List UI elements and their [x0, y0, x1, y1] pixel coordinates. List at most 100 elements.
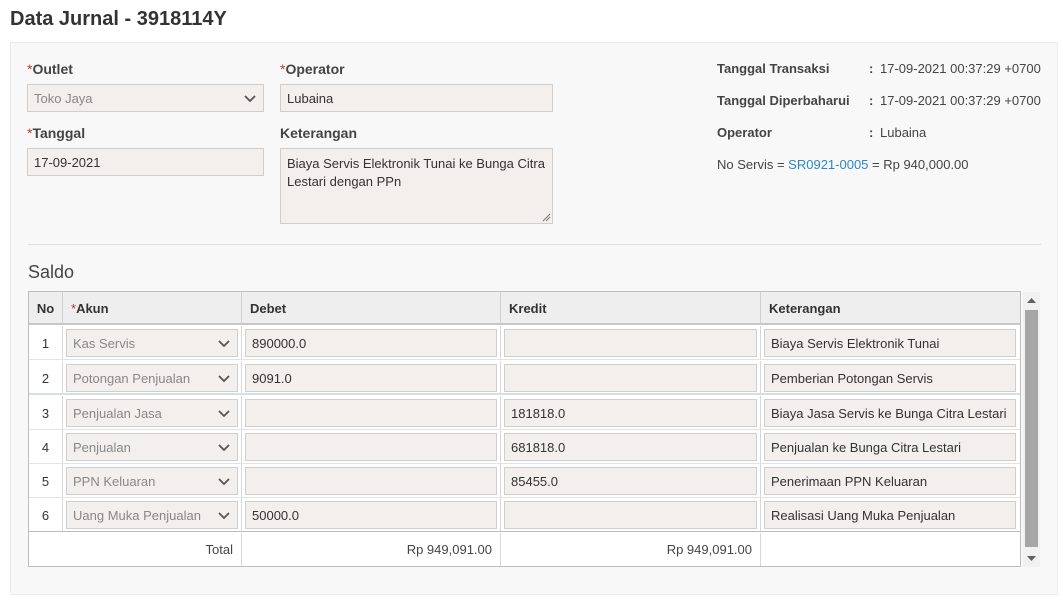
- keterangan-cell: Pemberian Potongan Servis: [761, 361, 1020, 393]
- chevron-down-icon: [218, 444, 230, 452]
- kredit-input[interactable]: 181818.0: [504, 399, 757, 427]
- operator-label-text: Operator: [285, 61, 345, 77]
- tanggal-value: 17-09-2021: [34, 155, 101, 170]
- outlet-label-text: Outlet: [32, 61, 73, 77]
- kredit-cell: [501, 361, 761, 393]
- saldo-table: No *Akun Debet Kredit Keterangan 1 Kas S…: [28, 291, 1021, 567]
- kredit-cell: [501, 498, 761, 531]
- keterangan-value: Biaya Servis Elektronik Tunai ke Bunga C…: [287, 156, 545, 189]
- kredit-cell: 681818.0: [501, 430, 761, 463]
- scroll-up-arrow-icon[interactable]: [1023, 292, 1040, 309]
- akun-value: PPN Keluaran: [73, 474, 156, 489]
- total-label: Total: [29, 533, 242, 566]
- table-row: 4 Penjualan 681818.0 Penjualan ke Bunga …: [29, 430, 1020, 464]
- debet-cell: 9091.0: [242, 361, 501, 393]
- akun-value: Kas Servis: [73, 336, 136, 351]
- debet-cell: [242, 396, 501, 429]
- row-no: 6: [29, 498, 63, 531]
- row-no: 3: [29, 396, 63, 429]
- debet-input[interactable]: [245, 433, 497, 461]
- akun-cell: Kas Servis: [63, 326, 242, 359]
- debet-input[interactable]: 9091.0: [245, 364, 497, 392]
- total-row: Total Rp 949,091.00 Rp 949,091.00: [29, 533, 1020, 566]
- tanggal-label: *Tanggal: [27, 125, 85, 141]
- colon: :: [869, 61, 874, 76]
- row-no: 4: [29, 430, 63, 463]
- akun-select[interactable]: Uang Muka Penjualan: [66, 501, 238, 529]
- akun-cell: Uang Muka Penjualan: [63, 498, 242, 531]
- total-debet: Rp 949,091.00: [242, 533, 501, 566]
- debet-cell: 890000.0: [242, 326, 501, 359]
- operator-label: *Operator: [280, 61, 345, 77]
- row-no: 2: [29, 361, 63, 393]
- debet-cell: 50000.0: [242, 498, 501, 531]
- table-scrollbar[interactable]: [1023, 292, 1040, 567]
- debet-input[interactable]: 890000.0: [245, 329, 497, 357]
- scroll-down-arrow-icon[interactable]: [1023, 550, 1040, 567]
- kredit-input[interactable]: 85455.0: [504, 467, 757, 495]
- keterangan-input[interactable]: Penjualan ke Bunga Citra Lestari: [764, 433, 1016, 461]
- chevron-down-icon: [218, 340, 230, 348]
- akun-value: Uang Muka Penjualan: [73, 508, 201, 523]
- chevron-down-icon: [218, 375, 230, 383]
- no-servis-amount: = Rp 940,000.00: [868, 157, 969, 172]
- colon: :: [869, 125, 874, 140]
- page-title: Data Jurnal - 3918114Y: [10, 8, 227, 30]
- kredit-cell: 181818.0: [501, 396, 761, 429]
- table-row: 5 PPN Keluaran 85455.0 Penerimaan PPN Ke…: [29, 464, 1020, 498]
- table-row: 2 Potongan Penjualan 9091.0 Pemberian Po…: [29, 361, 1020, 395]
- table-row: 1 Kas Servis 890000.0 Biaya Servis Elekt…: [29, 326, 1020, 360]
- outlet-value: Toko Jaya: [34, 91, 93, 106]
- kredit-input[interactable]: 681818.0: [504, 433, 757, 461]
- info-operator-label: Operator: [717, 125, 772, 140]
- col-akun: *Akun: [63, 292, 242, 323]
- debet-input[interactable]: [245, 467, 497, 495]
- akun-cell: Penjualan Jasa: [63, 396, 242, 429]
- akun-select[interactable]: Potongan Penjualan: [66, 364, 238, 392]
- total-kredit: Rp 949,091.00: [501, 533, 761, 566]
- keterangan-textarea[interactable]: Biaya Servis Elektronik Tunai ke Bunga C…: [280, 148, 553, 224]
- col-akun-text: Akun: [76, 301, 109, 316]
- no-servis-prefix: No Servis =: [717, 157, 789, 172]
- kredit-input[interactable]: [504, 364, 757, 392]
- akun-select[interactable]: PPN Keluaran: [66, 467, 238, 495]
- chevron-down-icon: [244, 95, 256, 103]
- akun-select[interactable]: Penjualan: [66, 433, 238, 461]
- no-servis-link[interactable]: SR0921-0005: [788, 157, 868, 172]
- akun-cell: Potongan Penjualan: [63, 361, 242, 393]
- operator-input[interactable]: Lubaina: [280, 84, 553, 112]
- akun-cell: PPN Keluaran: [63, 464, 242, 497]
- keterangan-input[interactable]: Biaya Servis Elektronik Tunai: [764, 329, 1016, 357]
- akun-select[interactable]: Penjualan Jasa: [66, 399, 238, 427]
- akun-value: Penjualan Jasa: [73, 406, 162, 421]
- keterangan-input[interactable]: Realisasi Uang Muka Penjualan: [764, 501, 1016, 529]
- keterangan-cell: Realisasi Uang Muka Penjualan: [761, 498, 1020, 531]
- debet-input[interactable]: [245, 399, 497, 427]
- row-no: 5: [29, 464, 63, 497]
- col-kredit: Kredit: [501, 292, 761, 323]
- row-no: 1: [29, 326, 63, 359]
- akun-select[interactable]: Kas Servis: [66, 329, 238, 357]
- tanggal-diperbaharui-value: 17-09-2021 00:37:29 +0700: [880, 93, 1041, 108]
- table-header: No *Akun Debet Kredit Keterangan: [29, 292, 1020, 325]
- outlet-label: *Outlet: [27, 61, 73, 77]
- tanggal-input[interactable]: 17-09-2021: [27, 148, 264, 176]
- chevron-down-icon: [218, 478, 230, 486]
- chevron-down-icon: [218, 410, 230, 418]
- debet-cell: [242, 464, 501, 497]
- keterangan-input[interactable]: Penerimaan PPN Keluaran: [764, 467, 1016, 495]
- kredit-input[interactable]: [504, 501, 757, 529]
- scrollbar-thumb[interactable]: [1025, 310, 1038, 547]
- debet-input[interactable]: 50000.0: [245, 501, 497, 529]
- saldo-title: Saldo: [28, 262, 75, 282]
- keterangan-input[interactable]: Pemberian Potongan Servis: [764, 364, 1016, 392]
- keterangan-cell: Penerimaan PPN Keluaran: [761, 464, 1020, 497]
- col-keterangan: Keterangan: [769, 301, 841, 316]
- chevron-down-icon: [218, 512, 230, 520]
- resize-grip-icon[interactable]: [541, 212, 551, 222]
- kredit-cell: 85455.0: [501, 464, 761, 497]
- operator-value: Lubaina: [287, 91, 334, 106]
- keterangan-input[interactable]: Biaya Jasa Servis ke Bunga Citra Lestari: [764, 399, 1016, 427]
- outlet-select[interactable]: Toko Jaya: [27, 84, 264, 112]
- kredit-input[interactable]: [504, 329, 757, 357]
